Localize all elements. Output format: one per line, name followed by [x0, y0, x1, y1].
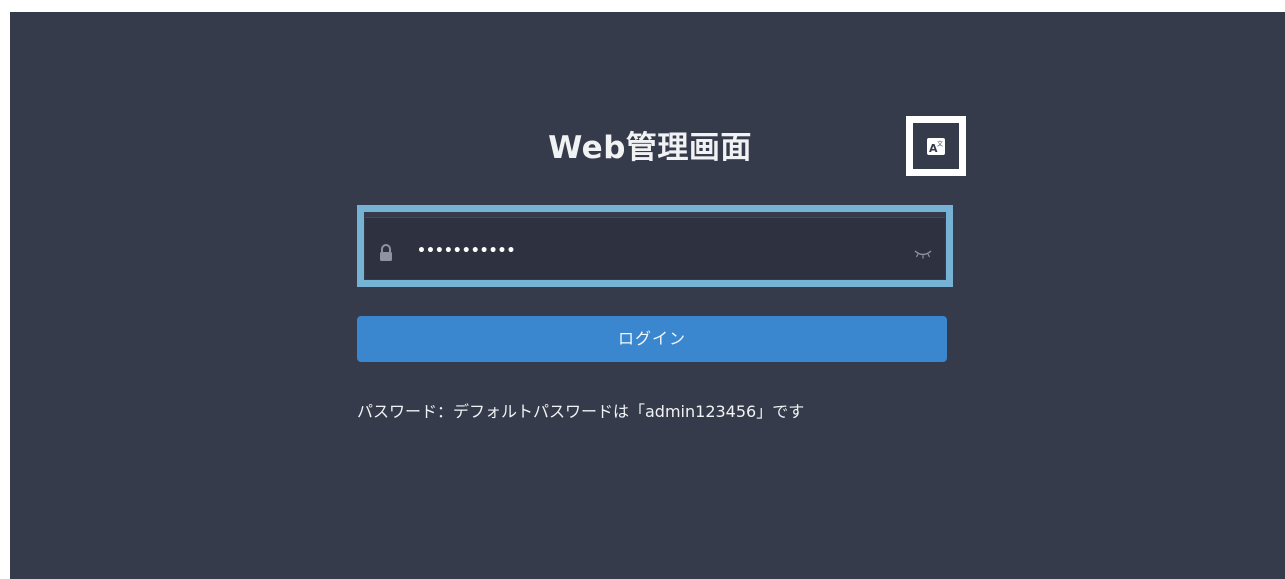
language-button[interactable]: A 文: [906, 116, 966, 176]
login-button[interactable]: ログイン: [357, 316, 947, 362]
default-password-hint: パスワード：デフォルトパスワードは「admin123456」です: [357, 402, 805, 421]
password-field-focus-frame: •••••••••••: [357, 205, 953, 287]
login-panel: [10, 12, 1285, 579]
svg-text:文: 文: [937, 140, 943, 148]
password-input[interactable]: •••••••••••: [365, 217, 945, 279]
password-value: •••••••••••: [417, 243, 516, 259]
page-title: Web管理画面: [548, 130, 752, 166]
lock-icon: [377, 243, 395, 263]
eye-closed-icon[interactable]: [913, 245, 933, 259]
